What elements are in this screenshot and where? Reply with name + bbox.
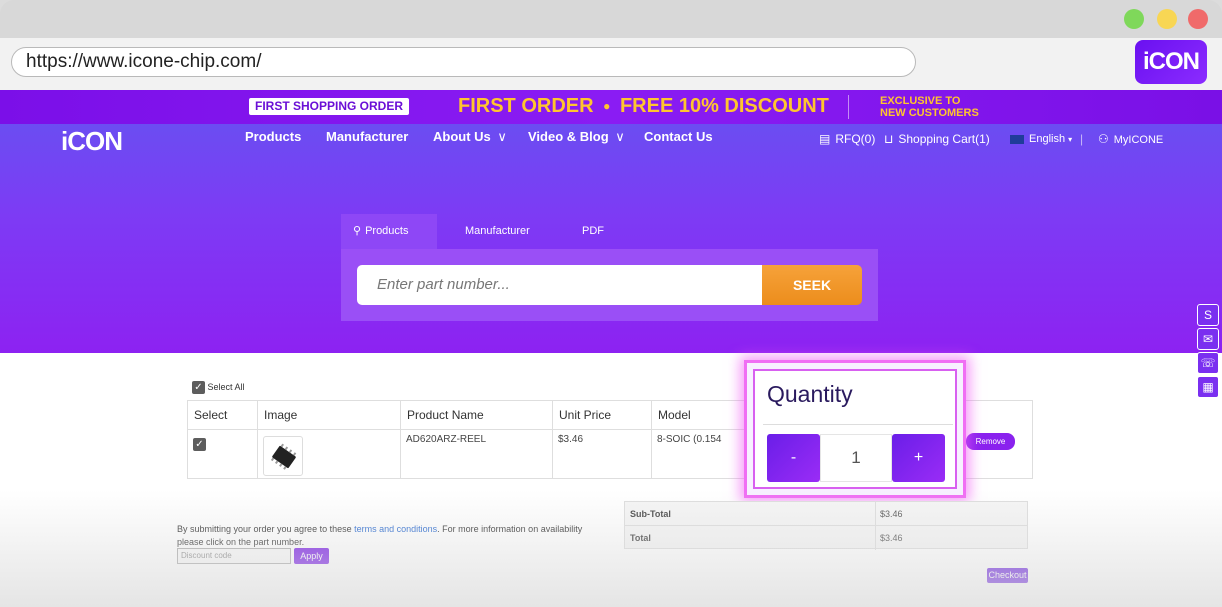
- row-checkbox[interactable]: ✓: [193, 438, 206, 451]
- quantity-divider: [763, 424, 953, 425]
- web-page: FIRST SHOPPING ORDER FIRST ORDER ● FREE …: [0, 90, 1222, 607]
- search-icon: ⚲: [353, 225, 362, 237]
- rfq-link[interactable]: ▤ RFQ(0): [819, 132, 875, 146]
- skype-icon[interactable]: S: [1197, 304, 1219, 326]
- total-row: Total $3.46: [625, 526, 1027, 550]
- checkout-button[interactable]: Checkout: [987, 568, 1028, 583]
- terms-link[interactable]: terms and conditions: [354, 524, 437, 534]
- tab-products-label: Products: [365, 225, 409, 237]
- totals-table: Sub-Total $3.46 Total $3.46: [624, 501, 1028, 550]
- close-window-button[interactable]: [1188, 9, 1208, 29]
- chip-icon: [270, 443, 297, 470]
- language-label: English: [1029, 133, 1066, 145]
- search-panel: ⚲ Products Manufacturer PDF Enter part nu…: [341, 214, 878, 321]
- tab-products[interactable]: ⚲ Products: [341, 214, 437, 249]
- chevron-down-icon: ∨: [497, 129, 507, 144]
- quantity-title: Quantity: [767, 381, 853, 407]
- rfq-label: RFQ(0): [835, 132, 876, 146]
- chevron-down-icon: ∨: [615, 129, 625, 144]
- checkmark-icon: ✓: [192, 381, 205, 395]
- mail-icon[interactable]: ✉: [1197, 328, 1219, 350]
- quantity-highlight: Quantity - 1 +: [744, 360, 966, 498]
- whatsapp-icon[interactable]: ☏: [1197, 352, 1219, 374]
- minimize-window-button[interactable]: [1157, 9, 1177, 29]
- unit-price-cell: $3.46: [553, 429, 652, 479]
- promo-headline-left: FIRST ORDER: [458, 95, 594, 117]
- browser-app-logo: iCON: [1135, 40, 1207, 84]
- cart-icon: ⊔: [884, 132, 894, 146]
- shopping-cart-link[interactable]: ⊔ Shopping Cart(1): [884, 132, 990, 146]
- nav-about-label: About Us: [433, 129, 491, 144]
- document-icon: ▤: [819, 132, 831, 146]
- language-selector[interactable]: English ▾: [1010, 132, 1072, 147]
- quantity-stepper[interactable]: 1: [820, 434, 892, 482]
- browser-titlebar: [0, 0, 1222, 38]
- header-divider: |: [1080, 132, 1084, 146]
- select-all-checkbox[interactable]: ✓ Select All: [192, 381, 245, 395]
- total-value: $3.46: [875, 526, 1027, 550]
- promo-side-line2: NEW CUSTOMERS: [880, 107, 979, 119]
- subtotal-value: $3.46: [875, 502, 1027, 526]
- select-all-label: Select All: [207, 382, 245, 392]
- bullet-icon: ●: [603, 99, 611, 113]
- site-logo[interactable]: iCON: [61, 126, 123, 156]
- quantity-decrement-button[interactable]: -: [767, 434, 820, 482]
- promo-headline-right: FREE 10% DISCOUNT: [619, 95, 829, 117]
- seek-button[interactable]: SEEK: [762, 265, 862, 305]
- total-label: Total: [630, 533, 651, 543]
- product-image[interactable]: [263, 436, 303, 476]
- cart-label: Shopping Cart(1): [898, 132, 990, 146]
- column-header-unit-price: Unit Price: [553, 401, 652, 429]
- hero-section: iCON Products Manufacturer About Us ∨ Vi…: [0, 124, 1222, 353]
- account-label: MyICONE: [1113, 134, 1164, 146]
- address-bar[interactable]: https://www.icone-chip.com/: [11, 47, 916, 77]
- tab-pdf[interactable]: PDF: [582, 214, 604, 249]
- remove-button[interactable]: Remove: [966, 433, 1015, 450]
- caret-down-icon: ▾: [1068, 135, 1073, 144]
- quantity-increment-button[interactable]: +: [892, 434, 945, 482]
- product-name-cell[interactable]: AD620ARZ-REEL: [401, 429, 553, 479]
- part-number-input[interactable]: Enter part number...: [357, 265, 762, 305]
- promo-divider: [848, 95, 849, 119]
- nav-about[interactable]: About Us ∨: [433, 129, 507, 145]
- column-header-product-name: Product Name: [401, 401, 553, 429]
- promo-tag: FIRST SHOPPING ORDER: [249, 98, 410, 115]
- account-link[interactable]: ⚇ MyICONE: [1098, 132, 1163, 147]
- subtotal-label: Sub-Total: [630, 509, 671, 519]
- terms-prefix: By submitting your order you agree to th…: [177, 524, 355, 534]
- column-header-image: Image: [258, 401, 401, 429]
- nav-video-label: Video & Blog: [528, 129, 609, 144]
- model-cell: 8-SOIC (0.154: [652, 429, 752, 479]
- subtotal-row: Sub-Total $3.46: [625, 502, 1027, 526]
- apply-button[interactable]: Apply: [294, 548, 329, 564]
- row-select-cell: ✓: [188, 429, 258, 479]
- nav-manufacturer[interactable]: Manufacturer: [326, 129, 408, 145]
- column-header-select: Select: [188, 401, 258, 429]
- maximize-window-button[interactable]: [1124, 9, 1144, 29]
- user-icon: ⚇: [1098, 132, 1109, 146]
- uk-flag-icon: [1010, 134, 1024, 144]
- nav-products[interactable]: Products: [245, 129, 301, 145]
- wechat-icon[interactable]: ▦: [1197, 376, 1219, 398]
- discount-code-input[interactable]: Discount code: [177, 548, 291, 564]
- search-body: Enter part number... SEEK: [341, 249, 878, 321]
- nav-video-blog[interactable]: Video & Blog ∨: [528, 129, 625, 145]
- quantity-panel: Quantity - 1 +: [753, 369, 957, 489]
- nav-contact[interactable]: Contact Us: [644, 129, 713, 145]
- row-image-cell: [258, 429, 401, 479]
- terms-notice: By submitting your order you agree to th…: [177, 523, 597, 549]
- promo-side-line1: EXCLUSIVE TO: [880, 95, 961, 107]
- promo-banner[interactable]: FIRST SHOPPING ORDER FIRST ORDER ● FREE …: [0, 90, 1222, 124]
- tab-manufacturer[interactable]: Manufacturer: [465, 214, 530, 249]
- column-header-model: Model: [658, 408, 691, 422]
- promo-headline: FIRST ORDER ● FREE 10% DISCOUNT: [458, 93, 829, 119]
- promo-side-text: EXCLUSIVE TO NEW CUSTOMERS: [880, 95, 979, 119]
